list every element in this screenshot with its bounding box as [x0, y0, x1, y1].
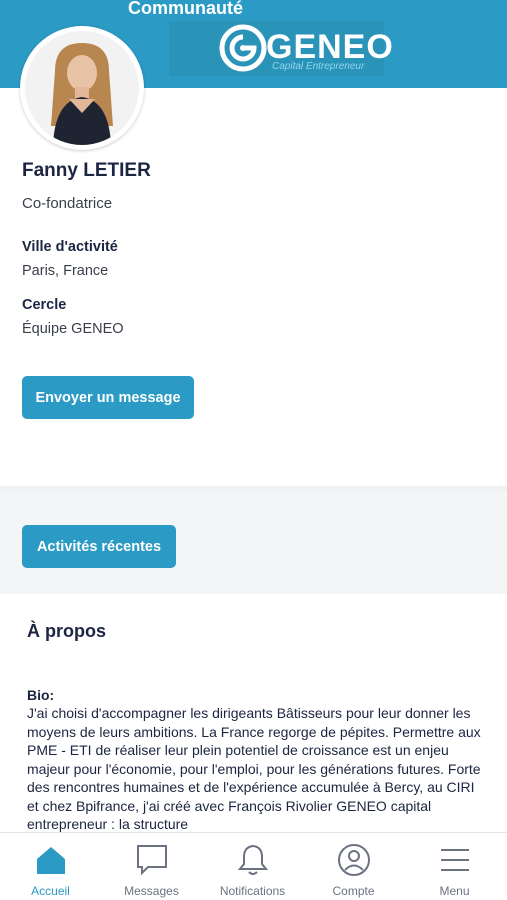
brand-tagline: Capital Entrepreneur — [272, 61, 365, 72]
tab-accueil[interactable]: Accueil — [0, 833, 101, 900]
about-title: À propos — [27, 621, 106, 641]
bell-icon — [237, 844, 269, 875]
bio-label: Bio: — [27, 687, 55, 703]
avatar — [20, 26, 144, 150]
city-value: Paris, France — [22, 263, 109, 279]
recent-activities-button[interactable]: Activités récentes — [22, 525, 176, 568]
tab-label: Compte — [332, 884, 375, 898]
bio-text: J'ai choisi d'accompagner les dirigeants… — [27, 705, 481, 832]
brand-logo: GENEO Capital Entrepreneur — [169, 21, 393, 76]
geneo-logo-icon — [219, 24, 267, 72]
hamburger-icon — [441, 849, 469, 871]
profile-role: Co-fondatrice — [22, 195, 113, 212]
tab-label: Messages — [124, 884, 179, 898]
send-message-button[interactable]: Envoyer un message — [22, 376, 194, 419]
tab-messages[interactable]: Messages — [101, 833, 202, 900]
tab-label: Accueil — [31, 884, 70, 898]
user-circle-icon — [338, 844, 370, 876]
tab-menu[interactable]: Menu — [404, 833, 505, 900]
tab-notifications[interactable]: Notifications — [202, 833, 303, 900]
tab-compte[interactable]: Compte — [303, 833, 404, 900]
header-title: Communauté — [128, 0, 244, 18]
circle-label: Cercle — [22, 297, 67, 313]
bottom-tab-bar: Accueil Messages Notifications Compte Me… — [0, 832, 507, 900]
city-label: Ville d'activité — [22, 239, 118, 255]
tab-label: Menu — [439, 884, 470, 898]
profile-name: Fanny LETIER — [22, 160, 151, 181]
profile-photo — [25, 31, 139, 145]
home-icon — [37, 847, 65, 874]
circle-value: Équipe GENEO — [22, 321, 124, 337]
chat-icon — [137, 845, 167, 876]
tab-label: Notifications — [219, 884, 286, 898]
